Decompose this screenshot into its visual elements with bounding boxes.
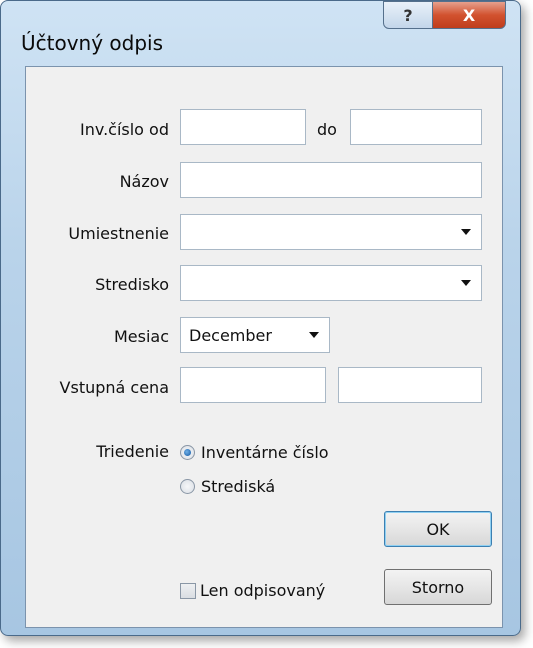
checkbox-icon xyxy=(180,582,196,599)
storno-button[interactable]: Storno xyxy=(384,569,492,605)
mesiac-value: December xyxy=(189,325,272,345)
chevron-down-icon xyxy=(309,332,319,338)
dialog-client-area: Inv.číslo od do Názov Umiestnenie Stredi… xyxy=(25,66,503,628)
ok-button[interactable]: OK xyxy=(384,511,492,547)
stredisko-label: Stredisko xyxy=(95,275,169,294)
ok-button-label: OK xyxy=(426,519,450,539)
triedenie-label: Triedenie xyxy=(96,442,169,461)
radio-checked-icon xyxy=(180,445,195,460)
mesiac-label: Mesiac xyxy=(113,327,169,346)
window-title: Účtovný odpis xyxy=(21,31,164,55)
len-odpisovany-checkbox[interactable]: Len odpisovaný xyxy=(180,581,325,600)
radio-inventarne-cislo-label: Inventárne číslo xyxy=(201,443,329,462)
chevron-down-icon xyxy=(461,280,471,286)
radio-inventarne-cislo[interactable]: Inventárne číslo xyxy=(180,443,329,462)
do-label: do xyxy=(317,120,337,139)
umiestnenie-select[interactable] xyxy=(180,214,482,250)
len-odpisovany-label: Len odpisovaný xyxy=(200,581,326,600)
nazov-input[interactable] xyxy=(180,162,482,198)
dialog-window: Účtovný odpis ? X Inv.číslo od do Názov … xyxy=(0,0,521,636)
inv-cislo-od-label: Inv.číslo od xyxy=(79,120,169,139)
storno-button-label: Storno xyxy=(411,577,465,597)
inv-cislo-od-input[interactable] xyxy=(180,109,306,145)
inv-cislo-do-input[interactable] xyxy=(350,109,482,145)
chevron-down-icon xyxy=(461,229,471,235)
mesiac-select[interactable]: December xyxy=(180,317,330,353)
radio-unchecked-icon xyxy=(180,479,195,494)
umiestnenie-label: Umiestnenie xyxy=(68,224,169,243)
help-button[interactable]: ? xyxy=(383,1,433,29)
vstupna-cena-label: Vstupná cena xyxy=(59,378,169,397)
radio-strediska[interactable]: Strediská xyxy=(180,477,275,496)
close-button[interactable]: X xyxy=(432,1,506,29)
nazov-label: Názov xyxy=(119,172,169,191)
radio-strediska-label: Strediská xyxy=(201,477,276,496)
vstupna-cena-to-input[interactable] xyxy=(338,367,482,403)
close-icon: X xyxy=(462,5,476,25)
vstupna-cena-from-input[interactable] xyxy=(180,367,326,403)
help-icon: ? xyxy=(403,5,413,25)
stredisko-select[interactable] xyxy=(180,265,482,301)
